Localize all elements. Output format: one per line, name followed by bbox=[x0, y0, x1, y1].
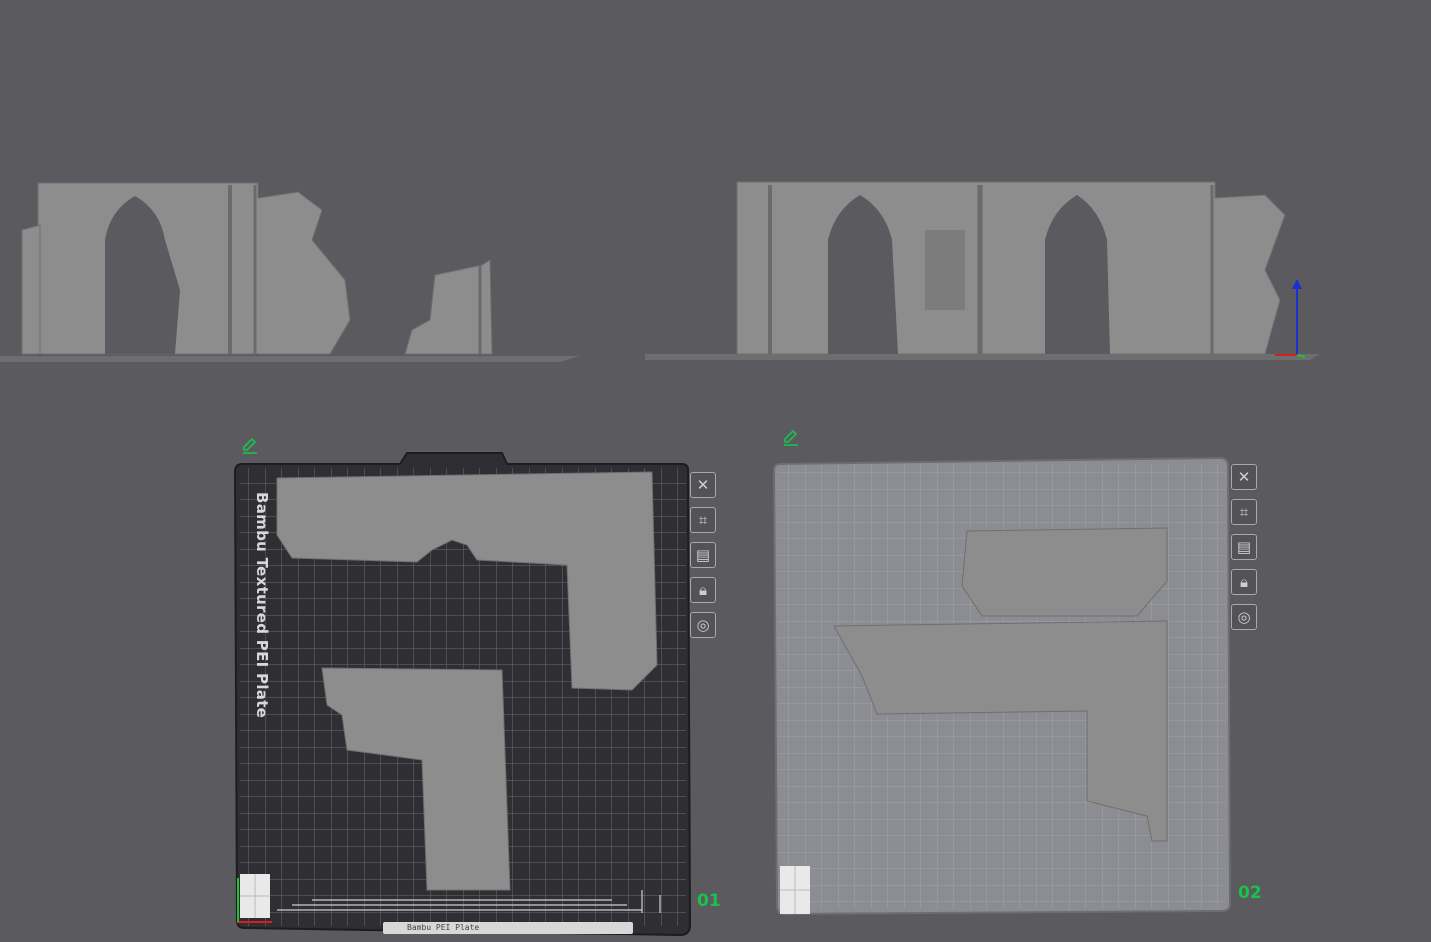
axis-gizmo bbox=[1275, 279, 1306, 358]
close-icon[interactable]: ✕ bbox=[1231, 464, 1257, 490]
model-wall-right[interactable] bbox=[640, 170, 1340, 370]
plate-02-toolbar: ✕ ⌗ ▤ 🔒︎ ◎ bbox=[1231, 464, 1257, 630]
auto-orient-icon[interactable]: ⌗ bbox=[1231, 499, 1257, 525]
pencil-icon[interactable] bbox=[782, 428, 800, 446]
plate-02-bed[interactable] bbox=[772, 456, 1232, 918]
model-wall-left[interactable] bbox=[0, 170, 600, 370]
plate-01-toolbar: ✕ ⌗ ▤ 🔒︎ ◎ bbox=[690, 472, 716, 638]
plate-01-bed[interactable] bbox=[232, 450, 694, 940]
plate-02-number[interactable]: 02 bbox=[1238, 883, 1262, 903]
close-icon[interactable]: ✕ bbox=[690, 472, 716, 498]
plate-01-status-text: Bambu PEI Plate bbox=[407, 923, 480, 932]
arrange-icon[interactable]: ▤ bbox=[1231, 534, 1257, 560]
settings-icon[interactable]: ◎ bbox=[690, 612, 716, 638]
plate-01-status-bar: Bambu PEI Plate bbox=[383, 922, 633, 934]
plate-01-number[interactable]: 01 bbox=[697, 891, 721, 911]
auto-orient-icon[interactable]: ⌗ bbox=[690, 507, 716, 533]
plate-01-bed-label: Bambu Textured PEI Plate bbox=[253, 492, 271, 719]
lock-icon[interactable]: 🔒︎ bbox=[690, 577, 716, 603]
lock-icon[interactable]: 🔒︎ bbox=[1231, 569, 1257, 595]
settings-icon[interactable]: ◎ bbox=[1231, 604, 1257, 630]
arrange-icon[interactable]: ▤ bbox=[690, 542, 716, 568]
